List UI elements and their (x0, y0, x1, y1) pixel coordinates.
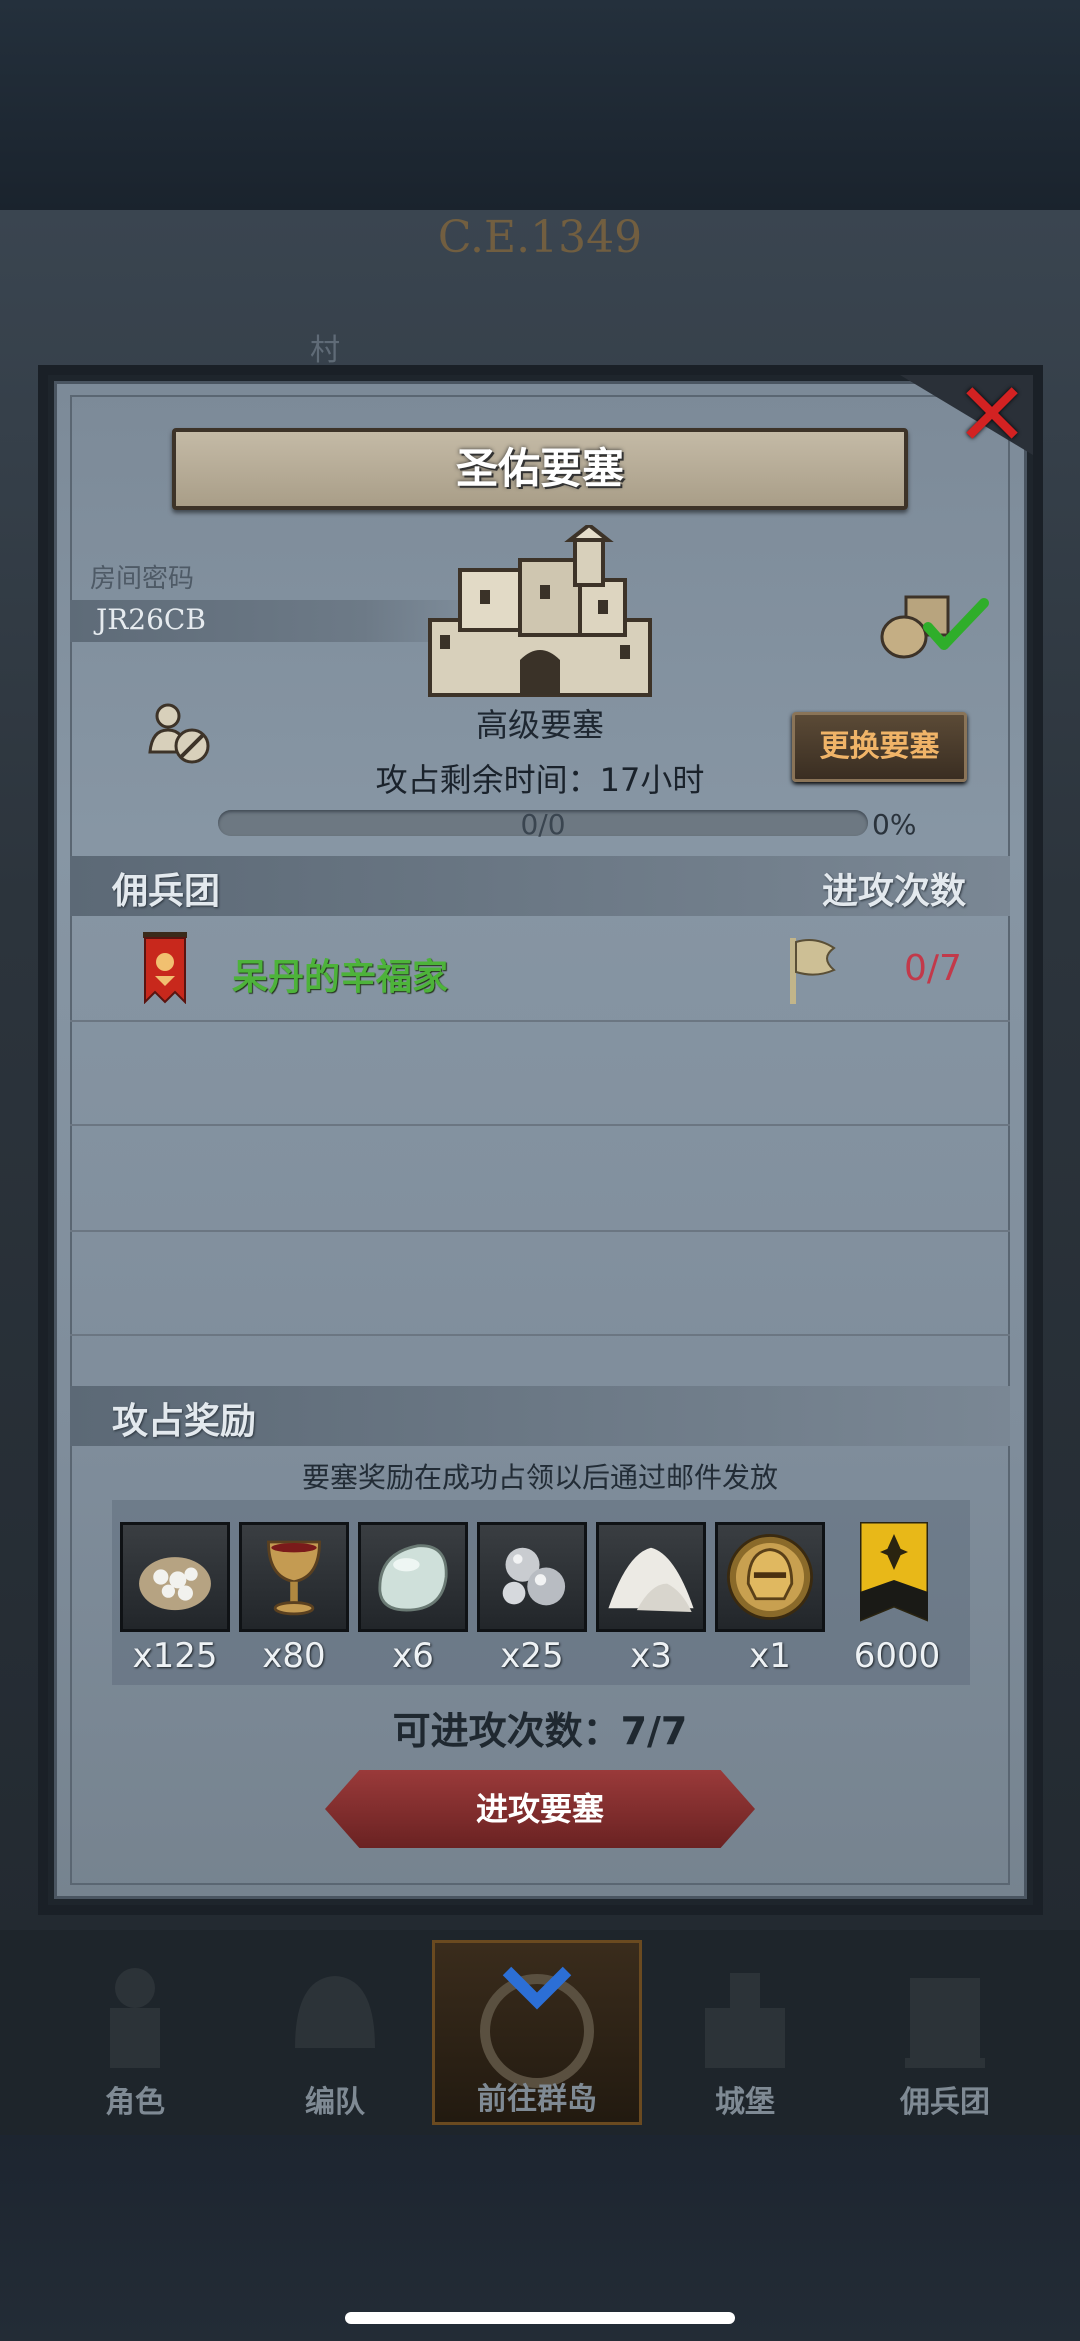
white-stone-icon[interactable] (358, 1522, 468, 1632)
reward-qty: 6000 (853, 1636, 941, 1676)
top-band (0, 0, 1080, 210)
row-divider (70, 1124, 1010, 1126)
year-label: C.E.1349 (437, 212, 643, 263)
room-code-label: 房间密码 (90, 564, 195, 594)
salt-pile-icon[interactable] (596, 1522, 706, 1632)
row-divider (70, 1230, 1010, 1232)
mercenary-header: 佣兵团 (112, 871, 221, 912)
bottom-background (0, 2135, 1080, 2341)
no-entry-user-icon[interactable] (146, 700, 212, 766)
guild-name: 呆丹的辛福家 (232, 957, 449, 998)
nav-formation[interactable]: 编队 (230, 1940, 440, 2125)
rewards-note: 要塞奖励在成功占领以后通过邮件发放 (301, 1461, 778, 1494)
rewards-header: 攻占奖励 (112, 1401, 257, 1442)
capture-timer: 攻占剩余时间：17小时 (375, 761, 705, 799)
close-icon[interactable]: ✕ (952, 371, 1032, 459)
nav-mercenary[interactable]: 佣兵团 (840, 1940, 1050, 2125)
reward-qty: x80 (262, 1636, 326, 1676)
home-indicator[interactable] (345, 2312, 735, 2324)
attack-fortress-label: 进攻要塞 (475, 1790, 604, 1828)
golden-helmet-icon[interactable] (715, 1522, 825, 1632)
castle-nav-icon (705, 1973, 785, 2068)
nav-character[interactable]: 角色 (30, 1940, 240, 2125)
village-label: 村 (310, 333, 340, 368)
fortress-type: 高级要塞 (475, 706, 604, 744)
reward-qty: x1 (749, 1636, 791, 1676)
nav-label: 角色 (105, 2085, 165, 2120)
castle-icon (428, 525, 652, 697)
supply-check-icon (880, 595, 989, 659)
progress-percent: 0% (872, 808, 917, 841)
nav-islands[interactable]: 前往群岛 (432, 1940, 642, 2125)
attack-count-header: 进攻次数 (822, 871, 967, 912)
row-divider (70, 1020, 1010, 1022)
knight-icon (110, 1968, 160, 2068)
nav-label: 城堡 (715, 2085, 775, 2120)
reward-qty: x6 (392, 1636, 434, 1676)
row-divider (70, 1334, 1010, 1336)
compass-icon (480, 1966, 594, 2088)
nav-label: 前往群岛 (477, 2082, 597, 2117)
guild-banner-icon (143, 932, 187, 1004)
dialog-title: 圣佑要塞 (455, 444, 624, 493)
nav-label: 编队 (305, 2085, 365, 2120)
room-code: JR26CB (96, 603, 206, 636)
nav-castle[interactable]: 城堡 (640, 1940, 850, 2125)
banner-nav-icon (905, 1978, 985, 2068)
attack-flag-icon (790, 938, 836, 1004)
silver-nuggets-icon[interactable] (477, 1522, 587, 1632)
attack-fortress-button[interactable]: 进攻要塞 (325, 1770, 755, 1848)
reward-qty: x125 (132, 1636, 218, 1676)
guild-attack-count: 0/7 (904, 948, 962, 989)
change-fortress-label: 更换要塞 (819, 729, 940, 764)
progress-text: 0/0 (520, 808, 566, 841)
nav-label: 佣兵团 (900, 2085, 990, 2120)
goblet-icon[interactable] (239, 1522, 349, 1632)
remaining-attacks: 可进攻次数：7/7 (392, 1709, 688, 1753)
helmet-icon (295, 1976, 375, 2048)
reward-qty: x25 (500, 1636, 564, 1676)
honor-banner-icon[interactable] (858, 1520, 930, 1626)
reward-qty: x3 (630, 1636, 672, 1676)
change-fortress-button[interactable]: 更换要塞 (792, 712, 967, 782)
flour-sack-icon[interactable] (120, 1522, 230, 1632)
